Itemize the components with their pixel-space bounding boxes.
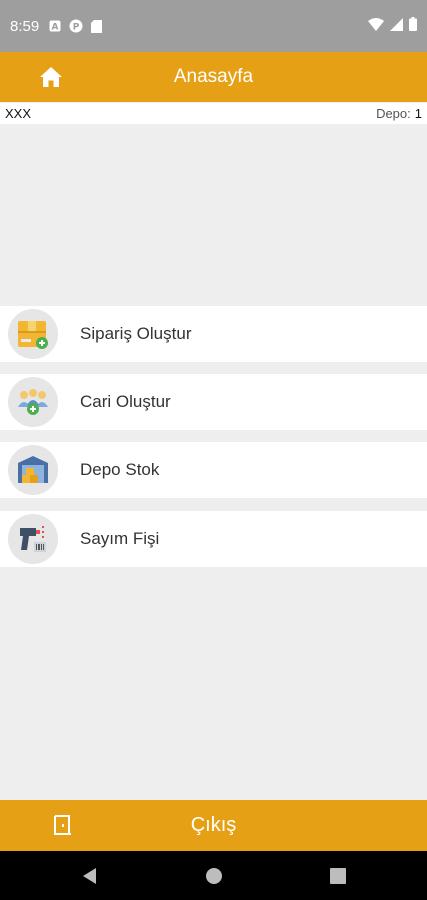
back-icon[interactable]	[79, 865, 101, 887]
recents-icon[interactable]	[327, 865, 349, 887]
system-nav-bar	[0, 851, 427, 900]
info-bar: XXX Depo: 1	[0, 103, 427, 124]
sd-card-icon	[91, 19, 103, 33]
menu-item-siparis-olustur[interactable]: Sipariş Oluştur	[0, 306, 427, 362]
depo-info: Depo: 1	[376, 106, 422, 121]
status-time: 8:59	[10, 17, 40, 35]
customers-add-icon	[8, 377, 58, 427]
svg-text:A: A	[52, 23, 59, 33]
exit-door-icon	[50, 813, 74, 837]
menu-item-label: Cari Oluştur	[80, 392, 171, 411]
status-bar: 8:59 A P	[0, 0, 427, 52]
logout-button[interactable]: Çıkış	[0, 800, 427, 851]
svg-text:P: P	[73, 23, 80, 33]
a-square-icon: A	[49, 20, 61, 32]
page-title: Anasayfa	[173, 66, 254, 87]
menu-item-label: Sayım Fişi	[80, 529, 160, 548]
depo-value: 1	[414, 106, 422, 121]
user-name: XXX	[5, 106, 32, 121]
warehouse-icon	[8, 445, 58, 495]
home-icon[interactable]	[38, 64, 64, 90]
signal-icon	[390, 17, 403, 35]
menu-item-label: Sipariş Oluştur	[80, 324, 192, 343]
depo-label: Depo:	[376, 106, 411, 121]
logout-label: Çıkış	[190, 814, 237, 836]
menu-item-cari-olustur[interactable]: Cari Oluştur	[0, 374, 427, 430]
battery-icon	[409, 17, 417, 35]
menu-item-label: Depo Stok	[80, 460, 160, 479]
order-box-icon	[8, 309, 58, 359]
p-circle-icon: P	[69, 19, 83, 33]
wifi-icon	[368, 17, 384, 35]
barcode-scanner-icon	[8, 514, 58, 564]
menu-item-sayim-fisi[interactable]: Sayım Fişi	[0, 511, 427, 567]
home-circle-icon[interactable]	[203, 865, 225, 887]
menu-item-depo-stok[interactable]: Depo Stok	[0, 442, 427, 498]
app-bar: Anasayfa	[0, 52, 427, 102]
